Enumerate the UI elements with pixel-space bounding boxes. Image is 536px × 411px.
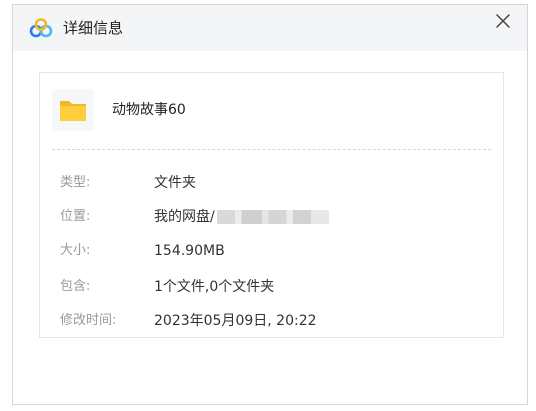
close-button[interactable] [491,9,515,33]
contains-label: 包含: [60,279,91,294]
baidu-netdisk-logo-icon [29,18,53,38]
location-value[interactable]: 我的网盘/ [154,209,215,225]
file-info-card: 动物故事60 类型: 文件夹 位置: 我的网盘/ 大小: 154.90MB 包含… [39,72,504,338]
redacted-path [216,210,329,224]
type-value: 文件夹 [154,175,196,191]
location-row: 位置: 我的网盘/ [60,207,491,227]
contains-value: 1个文件,0个文件夹 [154,279,275,295]
location-label: 位置: [60,209,91,224]
size-value: 154.90MB [154,243,225,259]
size-row: 大小: 154.90MB [60,241,491,261]
type-label: 类型: [60,175,91,190]
size-label: 大小: [60,243,91,258]
modified-label: 修改时间: [60,313,117,328]
type-row: 类型: 文件夹 [60,173,491,193]
close-icon [496,14,510,28]
location-value-wrap: 我的网盘/ [154,207,329,227]
folder-icon [52,89,94,131]
modified-row: 修改时间: 2023年05月09日, 20:22 [60,311,491,331]
contains-row: 包含: 1个文件,0个文件夹 [60,277,491,297]
details-dialog: 详细信息 动物故事60 类型: 文件夹 位置: 我的网盘/ 大小: 154.90… [12,4,528,405]
modified-value: 2023年05月09日, 20:22 [154,313,317,329]
file-name: 动物故事60 [112,102,186,118]
dialog-title: 详细信息 [63,19,124,37]
dialog-titlebar: 详细信息 [13,5,527,51]
section-divider [52,149,491,150]
